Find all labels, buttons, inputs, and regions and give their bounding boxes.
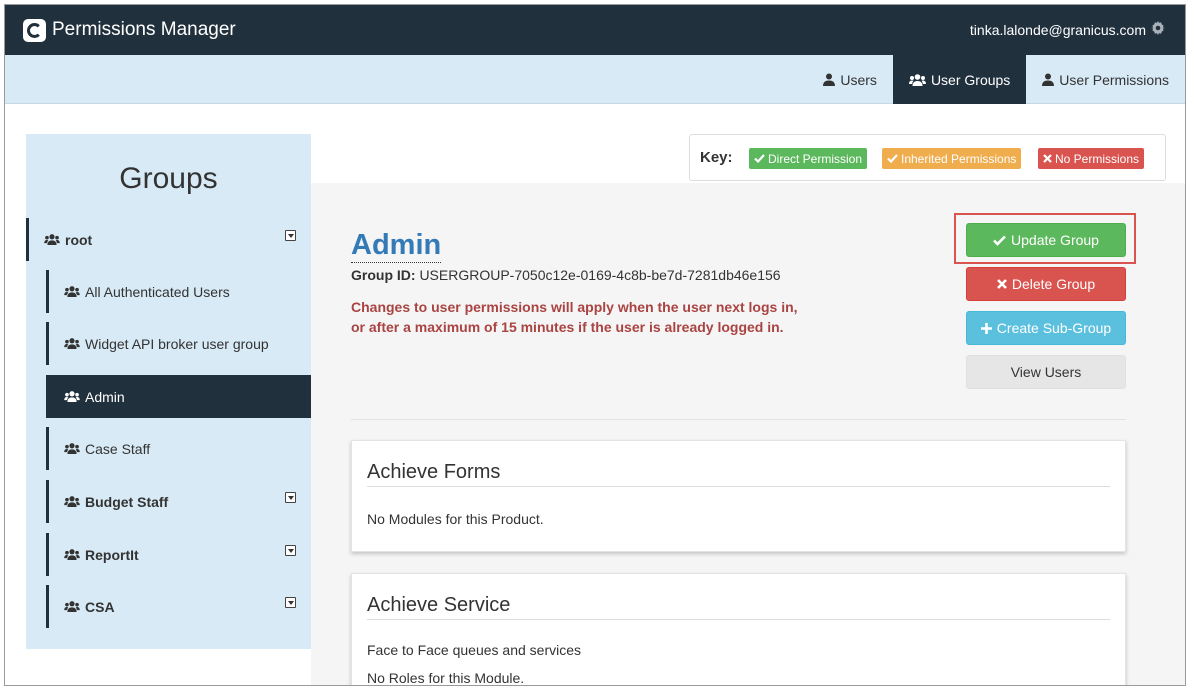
group-id-label: Group ID: <box>351 267 416 283</box>
tab-user-permissions[interactable]: User Permissions <box>1026 55 1185 104</box>
collapse-toggle-icon[interactable] <box>285 230 296 241</box>
nav-bar: Users User Groups User Permissions <box>5 55 1185 104</box>
direct-permission-label: Direct Permission <box>768 151 863 166</box>
tree-item-reportit[interactable]: ReportIt <box>46 533 311 576</box>
tree-item-label: All Authenticated Users <box>85 283 230 300</box>
tree-item-case-staff[interactable]: Case Staff <box>46 427 311 470</box>
update-group-button[interactable]: Update Group <box>966 223 1126 257</box>
section-divider <box>351 419 1126 420</box>
tree-item-label: CSA <box>85 598 115 615</box>
view-users-button[interactable]: View Users <box>966 355 1126 389</box>
nav-tabs: Users User Groups User Permissions <box>807 55 1185 104</box>
gear-icon[interactable] <box>1151 21 1165 39</box>
tab-user-groups[interactable]: User Groups <box>892 55 1027 104</box>
delete-group-label: Delete Group <box>1011 276 1096 292</box>
check-icon <box>754 154 765 163</box>
x-icon <box>1043 154 1052 163</box>
group-detail-panel: Admin Group ID: USERGROUP-7050c12e-0169-… <box>311 183 1185 686</box>
tree-item-widget-api-broker[interactable]: Widget API broker user group <box>46 322 311 365</box>
user-icon <box>823 73 836 86</box>
plus-icon <box>980 322 992 334</box>
create-sub-group-label: Create Sub-Group <box>996 320 1112 336</box>
user-icon <box>1042 73 1055 86</box>
granicus-logo-icon <box>23 18 46 42</box>
check-icon <box>887 154 898 163</box>
product-text: No Modules for this Product. <box>367 511 544 527</box>
inherited-permission-label: Inherited Permissions <box>901 151 1017 166</box>
brand[interactable]: Permissions Manager <box>23 18 236 42</box>
user-email: tinka.lalonde@granicus.com <box>969 22 1146 38</box>
no-permission-badge: No Permissions <box>1038 148 1145 169</box>
tab-user-permissions-label: User Permissions <box>1059 71 1169 88</box>
tab-user-groups-label: User Groups <box>930 71 1011 88</box>
product-title: Achieve Forms <box>367 461 501 483</box>
permissions-warning: Changes to user permissions will apply w… <box>351 299 798 335</box>
tree-item-admin[interactable]: Admin <box>46 375 311 418</box>
users-icon <box>44 234 60 245</box>
users-icon <box>64 601 80 612</box>
user-menu[interactable]: tinka.lalonde@granicus.com <box>970 21 1165 39</box>
create-sub-group-button[interactable]: Create Sub-Group <box>966 311 1126 345</box>
collapse-toggle-icon[interactable] <box>285 545 296 556</box>
users-icon <box>64 286 80 297</box>
tree-item-label: ReportIt <box>85 546 139 563</box>
delete-group-button[interactable]: Delete Group <box>966 267 1126 301</box>
group-id-value: USERGROUP-7050c12e-0169-4c8b-be7d-7281db… <box>419 267 781 283</box>
tree-item-label: Widget API broker user group <box>85 335 269 352</box>
no-permission-label: No Permissions <box>1055 151 1140 166</box>
direct-permission-badge: Direct Permission <box>749 148 868 169</box>
check-icon <box>993 235 1006 246</box>
product-card-achieve-forms: Achieve Forms No Modules for this Produc… <box>351 440 1126 552</box>
tree-item-budget-staff[interactable]: Budget Staff <box>46 480 311 523</box>
tree-item-csa[interactable]: CSA <box>46 585 311 628</box>
tab-users-label: Users <box>840 71 877 88</box>
key-label: Key: <box>700 149 733 166</box>
tree-root-item[interactable]: root <box>26 218 311 261</box>
sidebar-title: Groups <box>119 162 218 195</box>
app-window: Permissions Manager tinka.lalonde@granic… <box>4 4 1186 686</box>
users-icon <box>64 549 80 560</box>
tree-root-label: root <box>65 231 93 248</box>
group-id: Group ID: USERGROUP-7050c12e-0169-4c8b-b… <box>351 267 781 283</box>
collapse-toggle-icon[interactable] <box>285 597 296 608</box>
users-icon <box>64 496 80 507</box>
product-title: Achieve Service <box>367 594 511 616</box>
card-divider <box>367 619 1110 620</box>
tree-item-label: Case Staff <box>85 440 151 457</box>
product-card-achieve-service: Achieve Service Face to Face queues and … <box>351 573 1126 686</box>
permission-key: Key: Direct Permission Inherited Permiss… <box>689 134 1166 181</box>
users-icon <box>64 338 80 349</box>
users-icon <box>908 73 926 86</box>
x-icon <box>996 279 1007 289</box>
groups-sidebar: Groups root All Authenticated Users Widg… <box>26 134 311 649</box>
inherited-permission-badge: Inherited Permissions <box>882 148 1022 169</box>
tab-users[interactable]: Users <box>807 55 893 104</box>
card-divider <box>367 486 1110 487</box>
view-users-label: View Users <box>1010 364 1082 380</box>
tree-item-label: Admin <box>85 388 125 405</box>
tree-item-label: Budget Staff <box>85 493 169 510</box>
module-title: Face to Face queues and services <box>367 642 582 658</box>
tree-item-all-authenticated-users[interactable]: All Authenticated Users <box>46 270 311 313</box>
top-bar: Permissions Manager tinka.lalonde@granic… <box>5 5 1185 55</box>
collapse-toggle-icon[interactable] <box>285 492 296 503</box>
users-icon <box>64 391 80 402</box>
users-icon <box>64 443 80 454</box>
module-text: No Roles for this Module. <box>367 670 525 686</box>
update-group-label: Update Group <box>1011 232 1099 248</box>
app-title: Permissions Manager <box>52 19 236 40</box>
group-title[interactable]: Admin <box>351 228 442 263</box>
